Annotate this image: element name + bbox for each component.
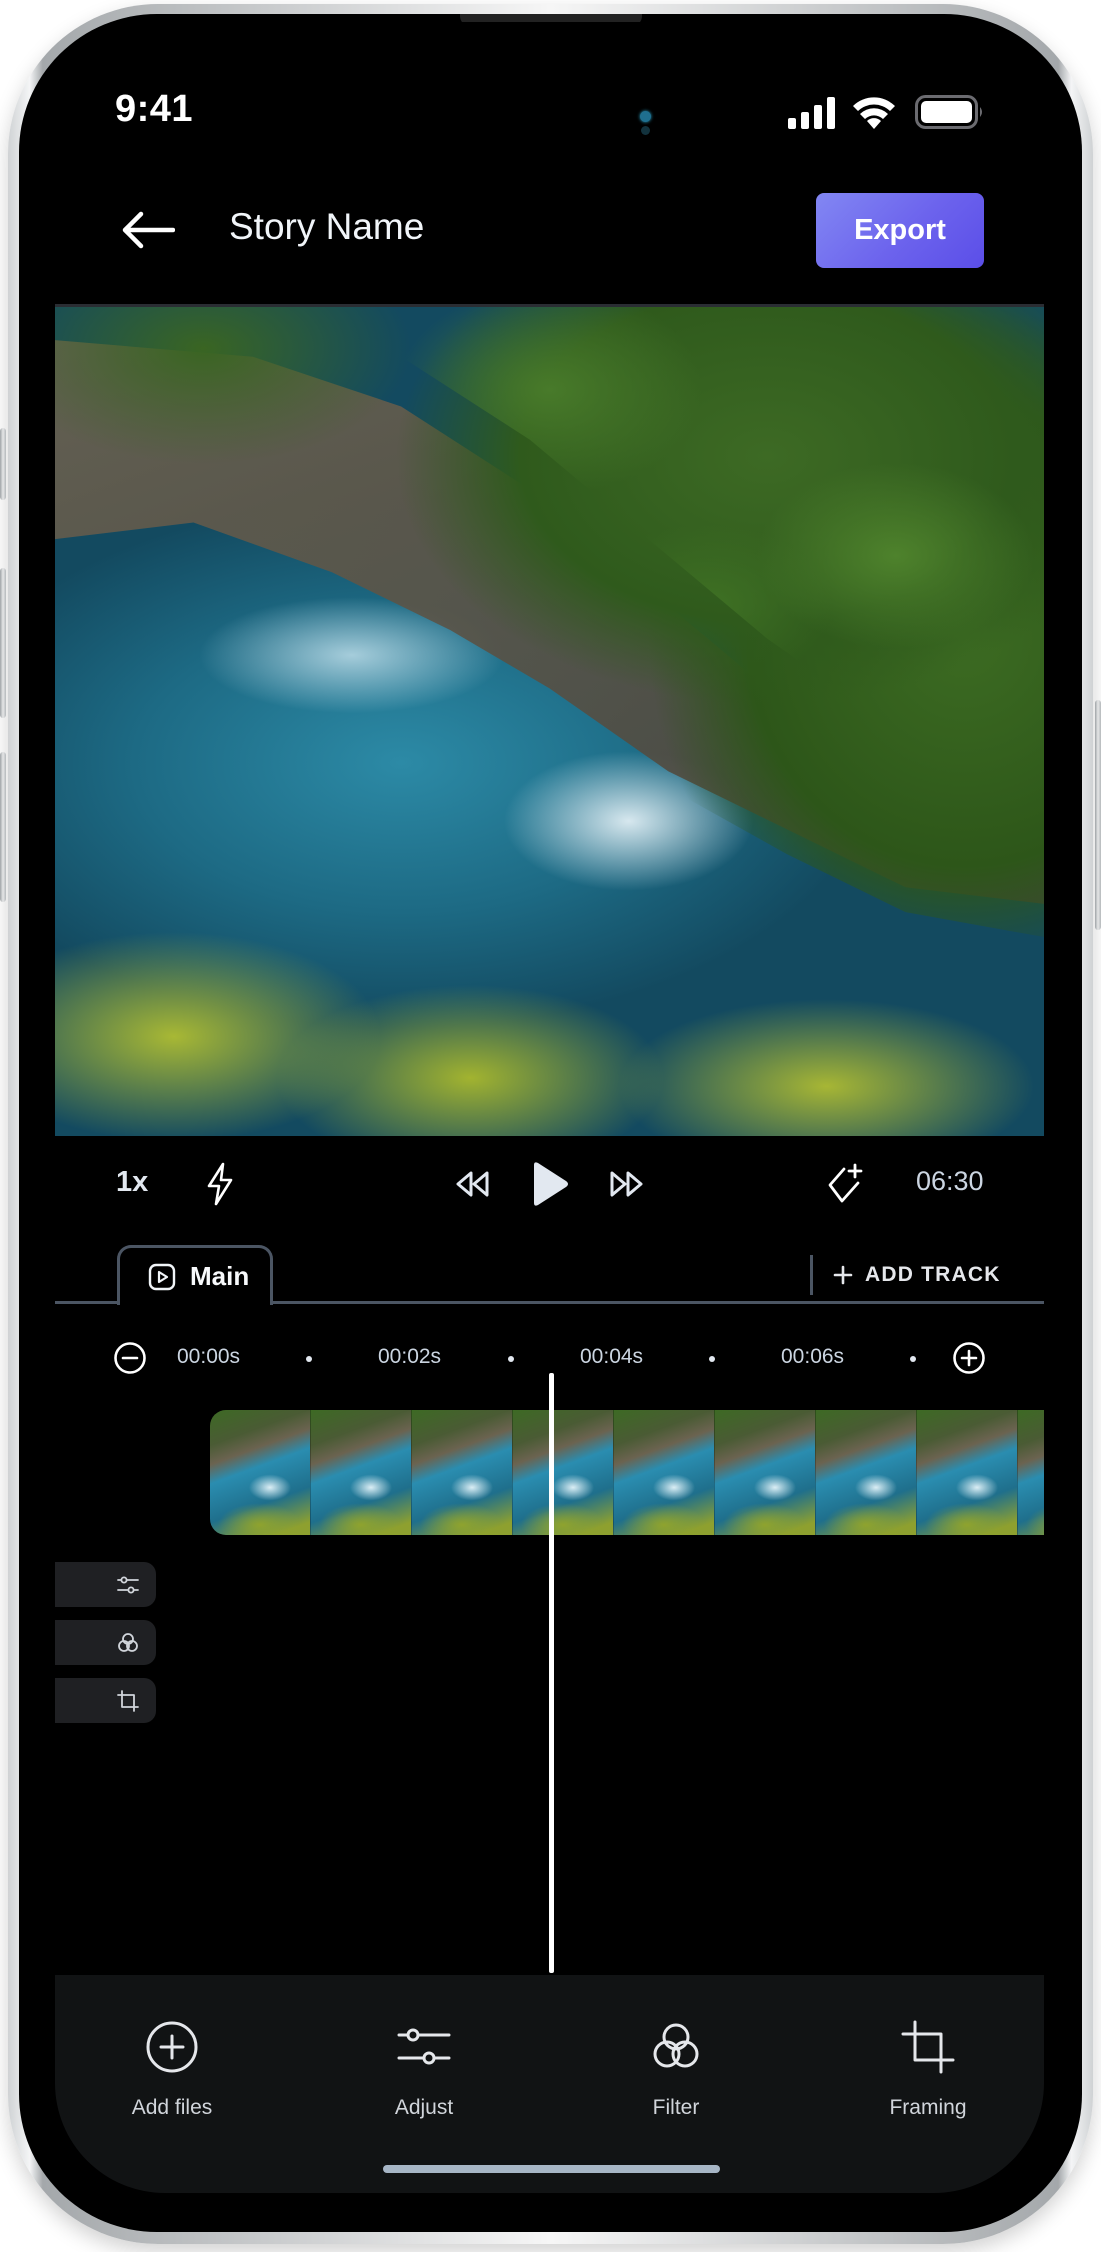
crop-icon bbox=[117, 1689, 139, 1712]
ruler-label: 00:04s bbox=[580, 1345, 644, 1368]
zoom-in-button[interactable] bbox=[951, 1340, 987, 1376]
playhead[interactable] bbox=[549, 1373, 554, 1973]
clip-thumbnail bbox=[816, 1410, 917, 1535]
toolbar-adjust-label: Adjust bbox=[394, 2096, 454, 2119]
toolbar-filter-label: Filter bbox=[652, 2096, 700, 2119]
clip-thumbnail bbox=[210, 1410, 311, 1535]
wifi-icon bbox=[852, 95, 896, 134]
clip-thumbnail bbox=[513, 1410, 614, 1535]
toolbar-filter[interactable]: Filter bbox=[596, 2020, 756, 2120]
duration-label: 06:30 bbox=[916, 1166, 984, 1196]
fast-forward-button[interactable] bbox=[606, 1166, 646, 1202]
plus-circle-icon bbox=[146, 2021, 198, 2073]
clip-thumbnail bbox=[917, 1410, 1018, 1535]
sliders-icon bbox=[117, 1576, 139, 1593]
rewind-button[interactable] bbox=[453, 1166, 493, 1202]
camera-sensor bbox=[641, 126, 650, 135]
toolbar-framing-label: Framing bbox=[889, 2096, 967, 2119]
ruler-tick bbox=[709, 1356, 715, 1362]
track-filter-button[interactable] bbox=[55, 1620, 156, 1665]
lightning-button[interactable] bbox=[200, 1160, 240, 1208]
tabs-divider bbox=[810, 1255, 813, 1295]
toolbar-add-files-label: Add files bbox=[131, 2096, 213, 2119]
camera-lens bbox=[640, 111, 651, 122]
add-keyframe-button[interactable] bbox=[824, 1160, 868, 1208]
status-time: 9:41 bbox=[115, 88, 194, 130]
battery-icon bbox=[915, 95, 985, 134]
rewind-icon bbox=[456, 1171, 489, 1197]
track-crop-button[interactable] bbox=[55, 1678, 156, 1723]
keyframe-add-icon bbox=[828, 1163, 863, 1203]
clip-thumbnail bbox=[412, 1410, 513, 1535]
playback-speed-button[interactable]: 1x bbox=[116, 1166, 148, 1199]
toolbar-framing[interactable]: Framing bbox=[848, 2020, 1008, 2120]
play-button[interactable] bbox=[528, 1160, 572, 1208]
signal-icon bbox=[788, 97, 838, 134]
toolbar-add-files[interactable]: Add files bbox=[92, 2020, 252, 2120]
crop-icon bbox=[901, 2020, 955, 2074]
filter-icon bbox=[118, 1632, 138, 1652]
ruler-label: 00:02s bbox=[378, 1345, 442, 1368]
fast-forward-icon bbox=[610, 1171, 643, 1197]
ruler-tick bbox=[306, 1356, 312, 1362]
export-button[interactable]: Export bbox=[816, 193, 984, 268]
clip-thumbnail bbox=[614, 1410, 715, 1535]
tab-main-label: Main bbox=[190, 1261, 250, 1291]
clip-thumbnail bbox=[715, 1410, 816, 1535]
ruler-tick bbox=[910, 1356, 916, 1362]
play-icon bbox=[534, 1162, 568, 1206]
ruler-tick bbox=[508, 1356, 514, 1362]
lightning-icon bbox=[207, 1162, 233, 1206]
ruler-label: 00:06s bbox=[781, 1345, 845, 1368]
back-button[interactable] bbox=[118, 205, 178, 255]
home-indicator[interactable] bbox=[383, 2165, 720, 2173]
filter-icon bbox=[653, 2023, 699, 2068]
toolbar-adjust[interactable]: Adjust bbox=[344, 2020, 504, 2120]
track-adjust-button[interactable] bbox=[55, 1562, 156, 1607]
add-track-label: ADD TRACK bbox=[865, 1263, 1001, 1286]
zoom-out-button[interactable] bbox=[112, 1340, 148, 1376]
story-title[interactable]: Story Name bbox=[229, 206, 424, 248]
plus-icon bbox=[833, 1265, 853, 1285]
sliders-icon bbox=[397, 2028, 451, 2065]
plus-circle-icon bbox=[953, 1342, 985, 1374]
video-preview[interactable] bbox=[55, 304, 1044, 1136]
clip-thumbnail bbox=[1018, 1410, 1044, 1535]
add-track-button[interactable]: ADD TRACK bbox=[833, 1260, 1001, 1290]
minus-circle-icon bbox=[114, 1342, 146, 1374]
video-clip-track[interactable] bbox=[210, 1410, 1044, 1535]
clip-thumbnail bbox=[311, 1410, 412, 1535]
tab-main[interactable]: Main bbox=[117, 1245, 273, 1305]
ruler-label: 00:00s bbox=[177, 1345, 241, 1368]
arrow-left-icon bbox=[122, 211, 175, 249]
video-icon bbox=[148, 1263, 176, 1290]
